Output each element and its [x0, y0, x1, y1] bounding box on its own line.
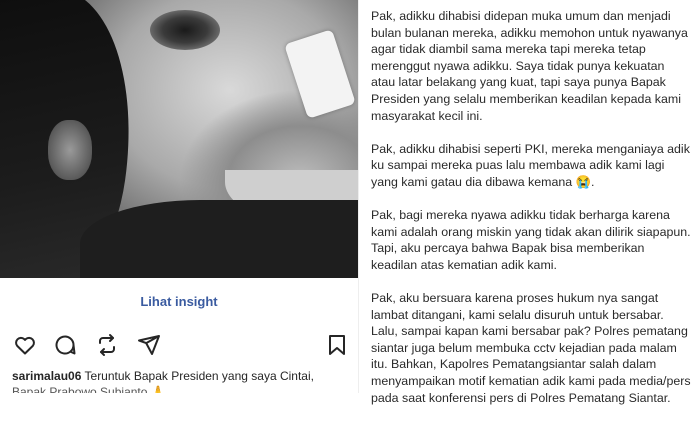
comment-icon[interactable]	[52, 332, 78, 358]
column-divider	[358, 0, 359, 393]
post-photo[interactable]	[0, 0, 358, 278]
post-action-bar	[0, 330, 358, 360]
paragraph-1: Pak, adikku dihabisi didepan muka umum d…	[371, 9, 688, 123]
caption-username[interactable]: sarimalau06	[12, 369, 81, 383]
photo-bandage	[284, 29, 356, 119]
share-icon[interactable]	[136, 332, 162, 358]
photo-bruised-eye	[150, 10, 220, 50]
bookmark-icon[interactable]	[324, 332, 350, 358]
post-caption: sarimalau06 Teruntuk Bapak Presiden yang…	[12, 368, 352, 393]
instagram-post: Lihat insight sarimalau06 Teruntuk Bapak…	[0, 0, 358, 393]
photo-ear	[48, 120, 92, 180]
letter-text: Pak, adikku dihabisi didepan muka umum d…	[371, 8, 691, 423]
caption-text-line2: Bapak Prabowo Subianto 🙏	[12, 385, 166, 393]
paragraph-4: Pak, aku bersuara karena proses hukum ny…	[371, 291, 691, 405]
photo-shirt	[80, 200, 358, 278]
caption-text: Teruntuk Bapak Presiden yang saya Cintai…	[84, 369, 314, 383]
repost-icon[interactable]	[94, 332, 120, 358]
paragraph-3: Pak, bagi mereka nyawa adikku tidak berh…	[371, 208, 691, 272]
view-insight-link[interactable]: Lihat insight	[0, 278, 358, 324]
heart-icon[interactable]	[12, 332, 38, 358]
paragraph-2: Pak, adikku dihabisi seperti PKI, mereka…	[371, 141, 690, 189]
